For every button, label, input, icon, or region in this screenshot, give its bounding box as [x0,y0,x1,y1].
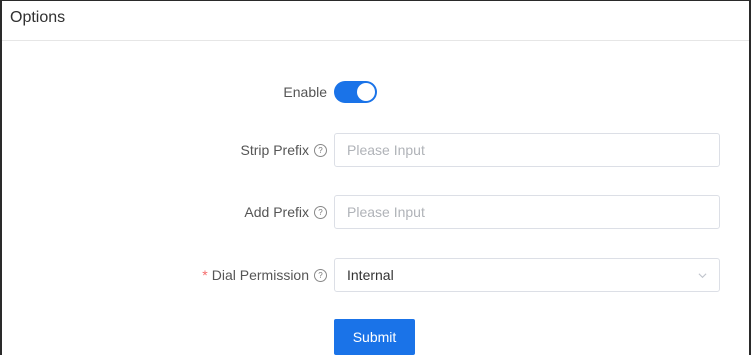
dial-permission-label: * Dial Permission ? [202,267,327,283]
question-circle-icon[interactable]: ? [314,143,327,157]
dial-permission-value: Internal [347,267,394,283]
options-panel: Options Enable Strip Prefix ? Add Prefix… [0,0,751,355]
enable-row: Enable [2,81,753,103]
question-circle-icon[interactable]: ? [314,268,327,282]
dial-permission-row: * Dial Permission ? Internal [2,258,753,292]
enable-label: Enable [283,84,327,100]
enable-toggle[interactable] [334,81,377,103]
enable-label-text: Enable [283,84,327,100]
strip-prefix-label: Strip Prefix ? [241,142,327,158]
toggle-knob [357,83,375,101]
add-prefix-row: Add Prefix ? [2,195,753,229]
chevron-down-icon [698,272,707,278]
panel-title: Options [2,0,749,41]
add-prefix-input[interactable] [334,195,720,229]
question-circle-icon[interactable]: ? [314,205,327,219]
dial-permission-select[interactable]: Internal [334,258,720,292]
dial-permission-label-text: Dial Permission [211,267,309,283]
submit-button[interactable]: Submit [334,319,415,355]
add-prefix-label-text: Add Prefix [244,204,309,220]
strip-prefix-input[interactable] [334,133,720,167]
required-mark: * [202,267,208,283]
strip-prefix-label-text: Strip Prefix [240,142,309,158]
strip-prefix-row: Strip Prefix ? [2,133,753,167]
add-prefix-label: Add Prefix ? [244,204,327,220]
